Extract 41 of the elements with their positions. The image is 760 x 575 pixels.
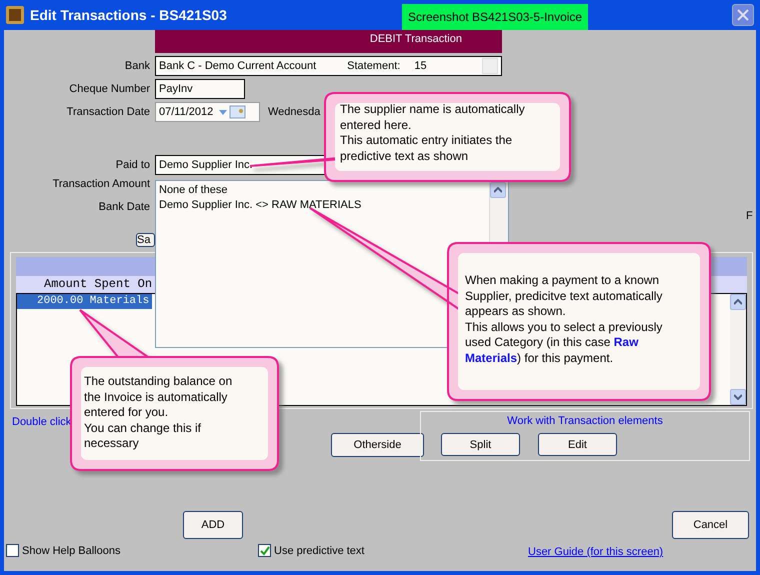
- scroll-up-icon[interactable]: [490, 182, 506, 198]
- element-button[interactable]: Split: [441, 433, 520, 456]
- date-field[interactable]: 07/11/2012: [155, 102, 260, 122]
- bank-dropdown[interactable]: Bank C - Demo Current Account Statement: 15: [155, 56, 502, 76]
- checkbox-label[interactable]: Show Help Balloons: [22, 544, 120, 556]
- cheque-number-field[interactable]: PayInv: [155, 79, 245, 99]
- cancel-button[interactable]: Cancel: [672, 511, 749, 539]
- checkbox[interactable]: [258, 544, 271, 557]
- scroll-up-icon[interactable]: [730, 294, 746, 310]
- field-label: F: [746, 210, 753, 222]
- suggestion-item[interactable]: Demo Supplier Inc. <> RAW MATERIALS: [159, 198, 479, 213]
- screenshot-tag: Screenshot BS421S03-5-Invoice: [402, 4, 588, 30]
- list-row[interactable]: 2000.00 Materials: [17, 294, 152, 309]
- element-button[interactable]: Edit: [538, 433, 617, 456]
- checkbox-label[interactable]: Use predictive text: [274, 544, 364, 556]
- field-label: Bank: [124, 60, 150, 72]
- weekday-text: Wednesda: [268, 106, 320, 118]
- scroll-down-icon[interactable]: [730, 389, 746, 405]
- callout-text: The outstanding balance on the Invoice is automatically entered for you. You can change this if necessary: [84, 374, 234, 452]
- transaction-type-banner: DEBIT Transaction: [155, 30, 502, 53]
- save-button[interactable]: Sa: [136, 233, 155, 247]
- callout-text: The supplier name is automatically entered here. This automatic entry initiates the predictive text as shown: [340, 102, 526, 164]
- field-label: Bank Date: [98, 201, 150, 215]
- field-label: Cheque Number: [68, 83, 150, 95]
- user-guide-link[interactable]: User Guide (for this screen): [528, 546, 664, 558]
- otherside-button[interactable]: Otherside: [331, 433, 424, 457]
- app-icon: [6, 6, 24, 24]
- close-icon[interactable]: [732, 4, 754, 26]
- calendar-icon[interactable]: [217, 105, 248, 119]
- field-label: Transaction Date: [66, 106, 150, 118]
- paid-to-field[interactable]: Demo Supplier Inc.: [155, 155, 325, 175]
- field-label: Paid to: [114, 159, 150, 171]
- group-title: Work with Transaction elements: [506, 415, 664, 427]
- callout-text: When making a payment to a known Supplier, predicitve text automatically appears as shown. This allows you to select a previously used Category (in this case Raw Materials) for this payment.: [465, 273, 664, 366]
- hint-text: Double click: [12, 416, 72, 428]
- checkbox[interactable]: [6, 544, 19, 557]
- window-title: Edit Transactions - BS421S03: [30, 7, 227, 23]
- add-button[interactable]: ADD: [183, 511, 243, 539]
- suggestion-item[interactable]: None of these: [159, 183, 479, 198]
- scrollbar[interactable]: [730, 294, 746, 405]
- field-label: Transaction Amount: [52, 178, 150, 192]
